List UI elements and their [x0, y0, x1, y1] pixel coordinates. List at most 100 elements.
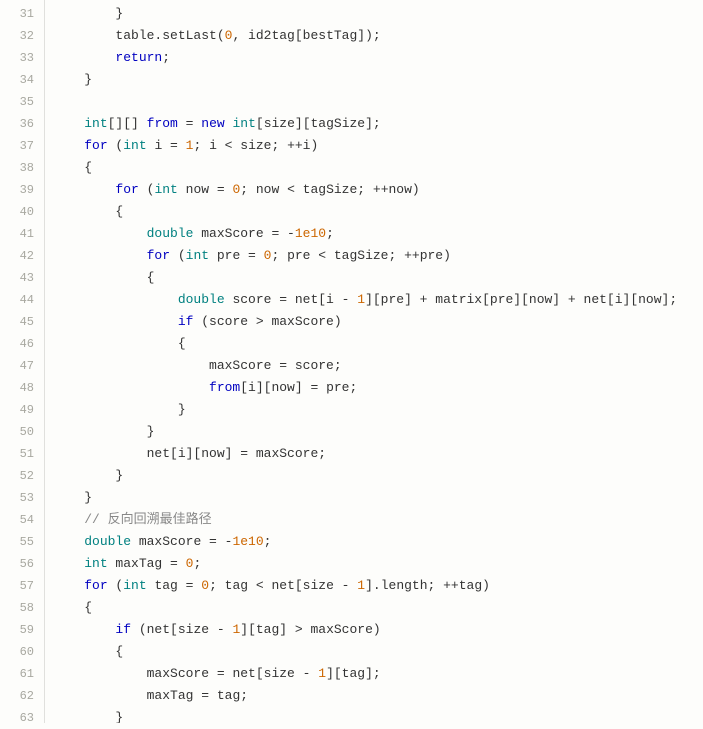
- token: ; tag < net[size -: [209, 578, 357, 593]
- line-number: 59: [0, 619, 44, 641]
- code-line[interactable]: net[i][now] = maxScore;: [53, 443, 703, 465]
- token: (: [139, 182, 155, 197]
- code-line[interactable]: {: [53, 333, 703, 355]
- token: (score > maxScore): [193, 314, 341, 329]
- line-number: 58: [0, 597, 44, 619]
- token: if: [115, 622, 131, 637]
- line-number: 42: [0, 245, 44, 267]
- token: ][pre] + matrix[pre][now] + net[i][now];: [365, 292, 677, 307]
- token: ; i < size; ++i): [193, 138, 318, 153]
- token: 1: [357, 578, 365, 593]
- line-number: 34: [0, 69, 44, 91]
- token: for: [84, 138, 107, 153]
- line-number: 41: [0, 223, 44, 245]
- code-line[interactable]: return;: [53, 47, 703, 69]
- code-line[interactable]: for (int now = 0; now < tagSize; ++now): [53, 179, 703, 201]
- code-line[interactable]: int[][] from = new int[size][tagSize];: [53, 113, 703, 135]
- token: {: [178, 336, 186, 351]
- code-line[interactable]: for (int pre = 0; pre < tagSize; ++pre): [53, 245, 703, 267]
- line-number: 44: [0, 289, 44, 311]
- token: maxScore = net[size -: [147, 666, 319, 681]
- token: {: [84, 600, 92, 615]
- code-line[interactable]: from[i][now] = pre;: [53, 377, 703, 399]
- line-number: 63: [0, 707, 44, 729]
- token: 0: [201, 578, 209, 593]
- code-line[interactable]: }: [53, 69, 703, 91]
- line-number: 53: [0, 487, 44, 509]
- token: }: [115, 710, 123, 723]
- line-number: 43: [0, 267, 44, 289]
- code-line[interactable]: for (int i = 1; i < size; ++i): [53, 135, 703, 157]
- token: [size][tagSize];: [256, 116, 381, 131]
- token: {: [115, 204, 123, 219]
- token: int: [84, 116, 107, 131]
- line-number: 31: [0, 3, 44, 25]
- token: for: [84, 578, 107, 593]
- token: i =: [147, 138, 186, 153]
- line-number: 56: [0, 553, 44, 575]
- token: ].length; ++tag): [365, 578, 490, 593]
- token: score = net[i -: [225, 292, 358, 307]
- code-line[interactable]: }: [53, 487, 703, 509]
- code-line[interactable]: int maxTag = 0;: [53, 553, 703, 575]
- token: pre =: [209, 248, 264, 263]
- token: 1: [357, 292, 365, 307]
- token: [][]: [108, 116, 147, 131]
- token: ][tag] > maxScore): [240, 622, 380, 637]
- token: }: [115, 468, 123, 483]
- code-line[interactable]: if (net[size - 1][tag] > maxScore): [53, 619, 703, 641]
- token: net[i][now] = maxScore;: [147, 446, 326, 461]
- token: (: [108, 578, 124, 593]
- line-number: 49: [0, 399, 44, 421]
- code-line[interactable]: {: [53, 267, 703, 289]
- code-line[interactable]: }: [53, 465, 703, 487]
- code-line[interactable]: [53, 91, 703, 113]
- token: for: [147, 248, 170, 263]
- token: [i][now] = pre;: [240, 380, 357, 395]
- line-number: 40: [0, 201, 44, 223]
- code-line[interactable]: }: [53, 3, 703, 25]
- token: tag =: [147, 578, 202, 593]
- token: // 反向回溯最佳路径: [84, 512, 211, 527]
- code-line[interactable]: }: [53, 421, 703, 443]
- code-line[interactable]: if (score > maxScore): [53, 311, 703, 333]
- code-line[interactable]: {: [53, 201, 703, 223]
- line-number: 51: [0, 443, 44, 465]
- token: =: [178, 116, 201, 131]
- token: int: [154, 182, 177, 197]
- code-line[interactable]: }: [53, 707, 703, 723]
- code-line[interactable]: {: [53, 157, 703, 179]
- line-number: 55: [0, 531, 44, 553]
- line-number: 47: [0, 355, 44, 377]
- code-line[interactable]: double maxScore = -1e10;: [53, 531, 703, 553]
- token: if: [178, 314, 194, 329]
- token: from: [209, 380, 240, 395]
- code-line[interactable]: double score = net[i - 1][pre] + matrix[…: [53, 289, 703, 311]
- code-line[interactable]: for (int tag = 0; tag < net[size - 1].le…: [53, 575, 703, 597]
- token: {: [115, 644, 123, 659]
- token: }: [147, 424, 155, 439]
- token: {: [84, 160, 92, 175]
- code-line[interactable]: {: [53, 641, 703, 663]
- code-line[interactable]: }: [53, 399, 703, 421]
- code-editor-area[interactable]: } table.setLast(0, id2tag[bestTag]); ret…: [45, 0, 703, 723]
- token: (net[size -: [131, 622, 232, 637]
- token: ; now < tagSize; ++now): [240, 182, 419, 197]
- code-line[interactable]: table.setLast(0, id2tag[bestTag]);: [53, 25, 703, 47]
- line-number: 35: [0, 91, 44, 113]
- line-number: 54: [0, 509, 44, 531]
- code-line[interactable]: maxTag = tag;: [53, 685, 703, 707]
- line-number: 61: [0, 663, 44, 685]
- code-line[interactable]: double maxScore = -1e10;: [53, 223, 703, 245]
- code-line[interactable]: {: [53, 597, 703, 619]
- code-line[interactable]: // 反向回溯最佳路径: [53, 509, 703, 531]
- token: double: [147, 226, 194, 241]
- token: maxTag = tag;: [147, 688, 248, 703]
- line-number: 52: [0, 465, 44, 487]
- code-line[interactable]: maxScore = score;: [53, 355, 703, 377]
- code-line[interactable]: maxScore = net[size - 1][tag];: [53, 663, 703, 685]
- token: return: [115, 50, 162, 65]
- token: (: [108, 138, 124, 153]
- token: , id2tag[bestTag]);: [232, 28, 380, 43]
- line-number: 60: [0, 641, 44, 663]
